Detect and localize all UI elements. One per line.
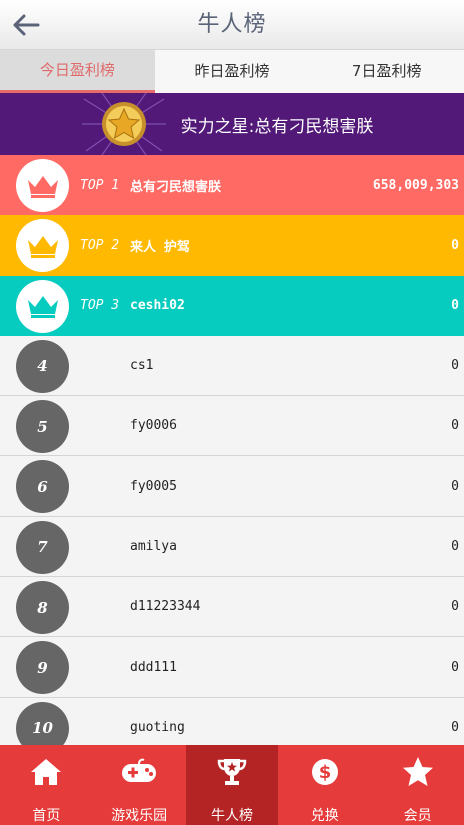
ranking-row[interactable]: 5 fy0006 0 xyxy=(0,396,464,457)
banner-text: 实力之星:总有刁民想害朕 xyxy=(180,116,374,137)
trophy-icon xyxy=(212,755,252,789)
player-name: d11223344 xyxy=(130,599,201,615)
nav-exchange[interactable]: $ 兑换 xyxy=(278,745,371,825)
ranking-row[interactable]: TOP 3 ceshi02 0 xyxy=(0,275,464,336)
vip-star-icon xyxy=(398,755,438,789)
profit-value: 0 xyxy=(451,478,459,494)
gold-star-medal-icon xyxy=(82,93,166,155)
player-name: ceshi02 xyxy=(130,298,185,314)
player-name: 总有刁民想害朕 xyxy=(130,179,222,195)
rank-badge: 7 xyxy=(16,520,69,574)
crown-icon xyxy=(27,296,58,319)
tab-yesterday-profit[interactable]: 昨日盈利榜 xyxy=(155,50,310,93)
page-title: 牛人榜 xyxy=(197,12,267,37)
ranking-row[interactable]: TOP 1 总有刁民想害朕 658,009,303 xyxy=(0,155,464,216)
rank-badge xyxy=(16,159,69,212)
nav-leaderboard[interactable]: 牛人榜 xyxy=(185,745,279,825)
nav-home-label: 首页 xyxy=(32,808,61,824)
rank-badge xyxy=(16,219,69,273)
nav-game-park-label: 游戏乐园 xyxy=(111,808,168,824)
ranking-row[interactable]: 7 amilya 0 xyxy=(0,516,464,578)
gamepad-icon xyxy=(119,755,159,789)
nav-leaderboard-label: 牛人榜 xyxy=(210,808,253,824)
ranking-list: TOP 1 总有刁民想害朕 658,009,303 TOP 2 来人 护驾 0 … xyxy=(0,155,464,745)
rank-badge: 5 xyxy=(16,400,69,454)
ranking-row[interactable]: 10 guoting 0 xyxy=(0,697,464,745)
nav-game-park[interactable]: 游戏乐园 xyxy=(93,745,186,825)
star-banner: 实力之星:总有刁民想害朕 xyxy=(0,93,464,155)
rank-badge: 8 xyxy=(16,581,69,635)
profit-value: 0 xyxy=(451,659,459,675)
ranking-row[interactable]: 6 fy0005 0 xyxy=(0,456,464,517)
ranking-row[interactable]: 8 d11223344 0 xyxy=(0,577,464,638)
rank-badge: 6 xyxy=(16,460,69,514)
profit-value: 0 xyxy=(451,298,459,314)
rank-label: TOP 2 xyxy=(80,237,120,253)
player-name: 来人 护驾 xyxy=(130,239,190,255)
rank-badge: 10 xyxy=(16,701,69,745)
player-name: fy0005 xyxy=(130,478,177,494)
nav-home[interactable]: 首页 xyxy=(0,745,93,825)
rank-label: TOP 1 xyxy=(80,177,120,193)
player-name: ddd111 xyxy=(130,659,177,675)
crown-icon xyxy=(27,175,58,198)
tab-today-profit[interactable]: 今日盈利榜 xyxy=(0,50,155,93)
nav-exchange-label: 兑换 xyxy=(310,808,339,824)
tab-7day-profit[interactable]: 7日盈利榜 xyxy=(309,50,464,93)
ranking-row[interactable]: TOP 2 来人 护驾 0 xyxy=(0,215,464,276)
header-bar: 牛人榜 xyxy=(0,0,464,50)
nav-member[interactable]: 会员 xyxy=(371,745,464,825)
player-name: amilya xyxy=(130,538,177,554)
crown-icon xyxy=(27,235,58,258)
player-name: guoting xyxy=(130,719,185,735)
profit-value: 0 xyxy=(451,538,459,554)
profit-value: 0 xyxy=(451,418,459,434)
player-name: fy0006 xyxy=(130,418,177,434)
ranking-row[interactable]: 4 cs1 0 xyxy=(0,335,464,397)
rank-label: TOP 3 xyxy=(80,298,120,314)
profit-value: 0 xyxy=(451,719,459,735)
bottom-nav: 首页 游戏乐园 牛人榜 $ 兑换 会员 xyxy=(0,745,464,825)
home-icon xyxy=(26,755,66,789)
rank-badge: 9 xyxy=(16,641,69,695)
profit-value: 658,009,303 xyxy=(372,177,459,193)
ranking-tabs: 今日盈利榜 昨日盈利榜 7日盈利榜 xyxy=(0,50,464,93)
rank-badge xyxy=(16,279,69,333)
profit-value: 0 xyxy=(451,358,459,374)
rank-badge: 4 xyxy=(16,339,69,393)
player-name: cs1 xyxy=(130,358,154,374)
ranking-row[interactable]: 9 ddd111 0 xyxy=(0,637,464,698)
dollar-icon: $ xyxy=(305,755,345,789)
nav-member-label: 会员 xyxy=(403,808,432,824)
svg-text:$: $ xyxy=(319,762,332,783)
profit-value: 0 xyxy=(451,599,459,615)
profit-value: 0 xyxy=(451,237,459,253)
